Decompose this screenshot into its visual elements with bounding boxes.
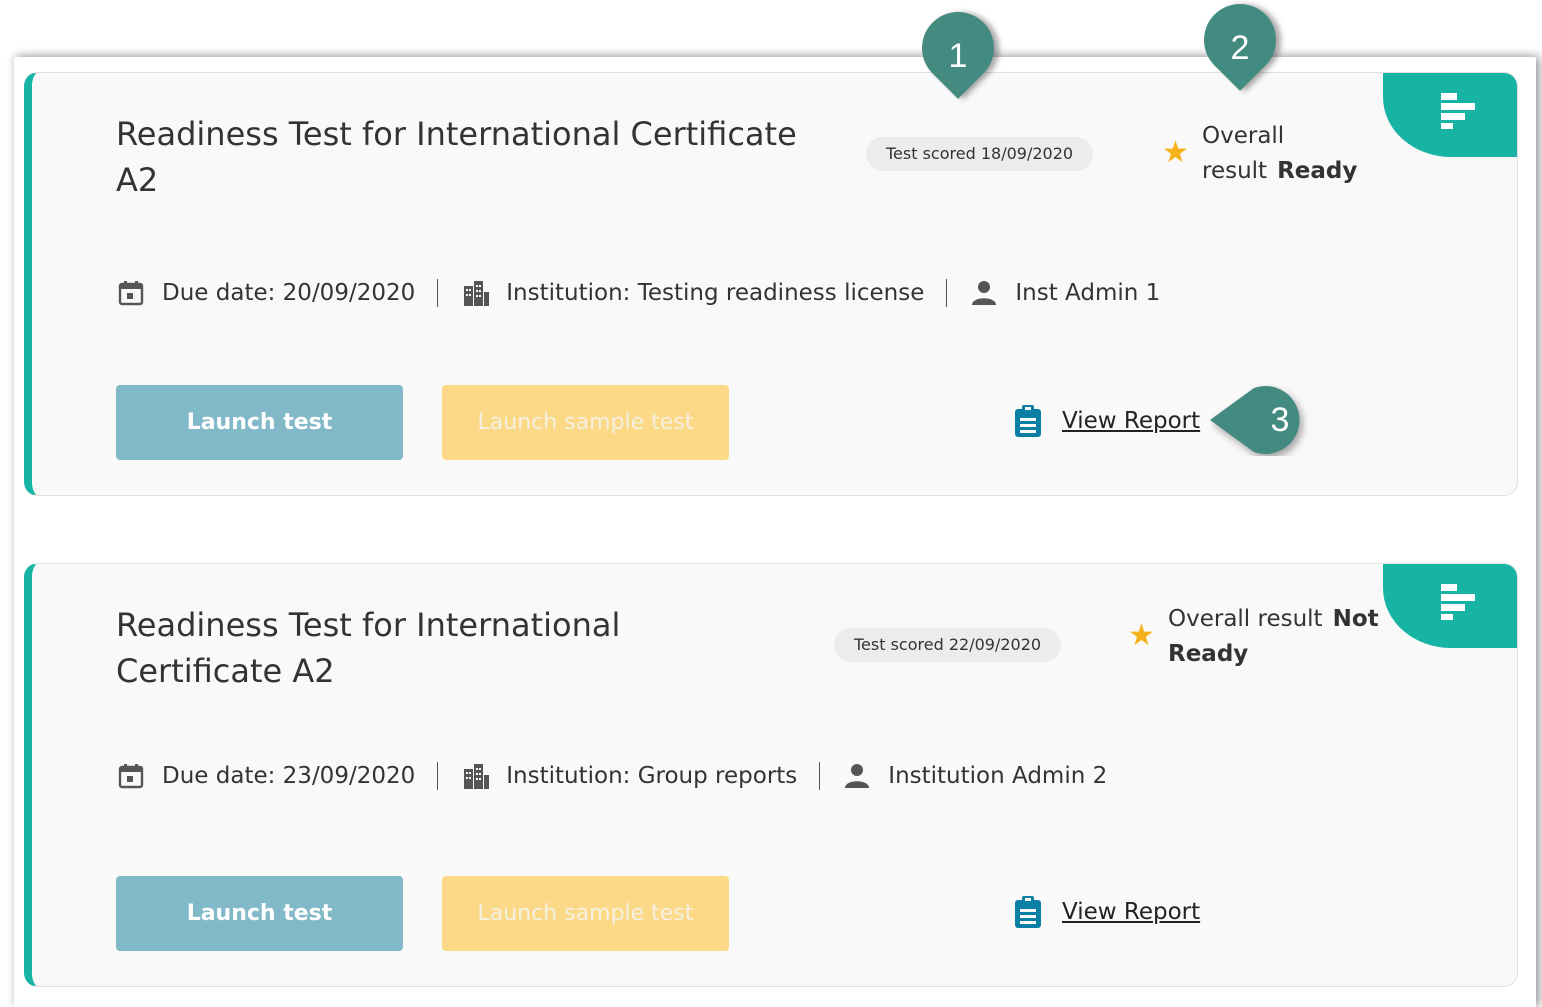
due-date: Due date: 20/09/2020 [162,280,416,306]
building-icon [460,278,490,308]
report-bars-icon [1441,93,1475,129]
admin-name: Inst Admin 1 [1015,280,1161,306]
overall-result-label: Overall result [1202,123,1285,184]
person-icon [969,278,999,308]
building-icon [460,761,490,791]
callout-marker-3: 3 [1210,384,1320,456]
divider [946,279,948,307]
launch-sample-test-button[interactable]: Launch sample test [442,385,729,460]
institution: Institution: Group reports [506,763,798,789]
calendar-icon [116,761,146,791]
clipboard-icon [1014,405,1042,437]
launch-sample-test-button[interactable]: Launch sample test [442,876,729,951]
divider [437,279,439,307]
report-corner-tab[interactable] [1383,73,1517,157]
view-report-label: View Report [1062,899,1201,925]
star-icon: ★ [1162,135,1189,170]
callout-number-3: 3 [1270,401,1290,439]
divider [437,762,439,790]
launch-test-button[interactable]: Launch test [116,876,403,951]
divider [819,762,821,790]
due-date: Due date: 23/09/2020 [162,763,416,789]
clipboard-icon [1014,896,1042,928]
test-title: Readiness Test for International Certifi… [116,606,621,690]
calendar-icon [116,278,146,308]
callout-number-2: 2 [1230,29,1250,67]
test-scored-badge: Test scored 18/09/2020 [866,137,1094,171]
report-bars-icon [1441,584,1475,620]
overall-result-value: Ready [1277,158,1358,184]
overall-result: ★ Overall result Not Ready [1128,602,1398,672]
callout-number-1: 1 [948,37,968,75]
test-scored-badge: Test scored 22/09/2020 [834,628,1062,662]
institution: Institution: Testing readiness license [506,280,925,306]
test-meta: Due date: 20/09/2020 Institution: Testin… [116,277,1160,309]
admin-name: Institution Admin 2 [888,763,1108,789]
star-icon: ★ [1128,618,1155,653]
overall-result-label: Overall result [1168,606,1323,632]
overall-result: ★ Overall result Ready [1162,119,1362,189]
test-title: Readiness Test for International Certifi… [116,115,797,199]
person-icon [842,761,872,791]
report-corner-tab[interactable] [1383,564,1517,648]
test-card: Readiness Test for International Certifi… [24,563,1518,987]
launch-test-button[interactable]: Launch test [116,385,403,460]
view-report-label: View Report [1062,408,1201,434]
test-meta: Due date: 23/09/2020 Institution: Group … [116,760,1107,792]
view-report-link[interactable]: View Report [1014,405,1200,437]
view-report-link[interactable]: View Report [1014,896,1200,928]
